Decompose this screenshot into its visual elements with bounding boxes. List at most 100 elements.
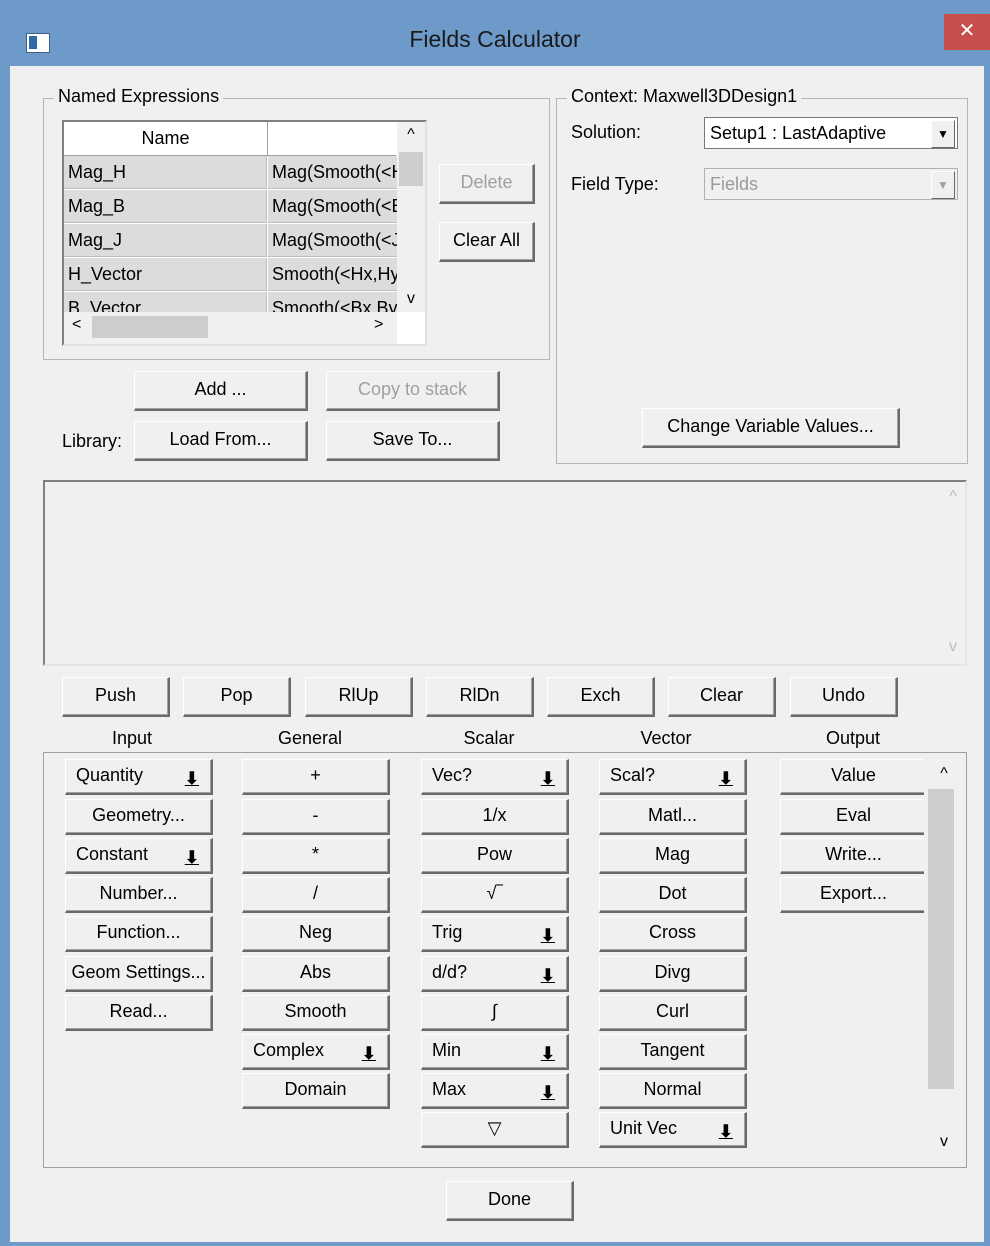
expression-value-cell[interactable]: Smooth(<Hx,Hy [268,258,397,291]
scalar-d-d-button[interactable]: d/d? ⬇ [421,956,569,992]
change-variable-values-button[interactable]: Change Variable Values... [642,408,900,448]
vector-tangent-button[interactable]: Tangent [599,1034,747,1070]
scalar-1-x-button[interactable]: 1/x [421,799,569,835]
expression-name-cell[interactable]: Mag_H [64,156,267,189]
scalar-max-button[interactable]: Max ⬇ [421,1073,569,1109]
button-label: Max [432,1079,467,1099]
column-header-expression[interactable] [268,122,396,156]
general-smooth-button[interactable]: Smooth [242,995,390,1031]
vector-cross-button[interactable]: Cross [599,916,747,952]
panel-vscroll-thumb[interactable] [928,789,954,1089]
button-label: Pow [476,844,512,864]
general--button[interactable]: + [242,759,390,795]
stack-push-button[interactable]: Push [62,677,170,717]
scroll-down-icon[interactable]: v [397,290,425,308]
button-label: √‾ [486,883,503,903]
scroll-up-icon[interactable]: ^ [924,765,964,783]
general--button[interactable]: * [242,838,390,874]
solution-label: Solution: [571,122,642,142]
expression-value-cell[interactable]: Mag(Smooth(<J [268,224,397,257]
add-expression-button[interactable]: Add ... [134,371,308,411]
copy-to-stack-button[interactable]: Copy to stack [326,371,500,411]
scalar-pow-button[interactable]: Pow [421,838,569,874]
chevron-down-icon[interactable]: ▼ [931,120,955,148]
vector-mag-button[interactable]: Mag [599,838,747,874]
expression-value-cell[interactable]: Mag(Smooth(<B [268,190,397,223]
input-number-button[interactable]: Number... [65,877,213,913]
scalar-min-button[interactable]: Min ⬇ [421,1034,569,1070]
save-to-button[interactable]: Save To... [326,421,500,461]
column-header-name[interactable]: Name [64,122,268,156]
list-hscroll-thumb[interactable] [92,316,208,338]
field-type-dropdown[interactable]: Fields ▼ [704,168,958,200]
general-neg-button[interactable]: Neg [242,916,390,952]
button-label: - [312,805,319,825]
vector-matl-button[interactable]: Matl... [599,799,747,835]
clear-all-button[interactable]: Clear All [439,222,535,262]
context-label: Context: Maxwell3DDesign1 [567,86,802,107]
scalar--button[interactable]: ∫ [421,995,569,1031]
general--button[interactable]: - [242,799,390,835]
vector-scal-button[interactable]: Scal? ⬇ [599,759,747,795]
load-from-button[interactable]: Load From... [134,421,308,461]
stack-rldn-button[interactable]: RlDn [426,677,534,717]
expression-name-cell[interactable]: H_Vector [64,258,267,291]
button-label: Read... [109,1001,168,1021]
output-export-button[interactable]: Export... [780,877,928,913]
scroll-left-icon[interactable]: < [72,316,81,334]
vector-divg-button[interactable]: Divg [599,956,747,992]
general-abs-button[interactable]: Abs [242,956,390,992]
scalar--button[interactable]: √‾ [421,877,569,913]
scroll-up-icon[interactable]: ^ [397,126,425,144]
stack-display[interactable]: ^ v [43,480,967,666]
input-quantity-button[interactable]: Quantity ⬇ [65,759,213,795]
expression-name-cell[interactable]: Mag_B [64,190,267,223]
scalar-trig-button[interactable]: Trig ⬇ [421,916,569,952]
scroll-right-icon[interactable]: > [374,316,383,334]
panel-vertical-scrollbar[interactable]: ^ v [924,753,964,1167]
output-write-button[interactable]: Write... [780,838,928,874]
stack-exch-button[interactable]: Exch [547,677,655,717]
vector-curl-button[interactable]: Curl [599,995,747,1031]
button-label: Geom Settings... [71,962,206,982]
scroll-up-icon[interactable]: ^ [949,488,957,506]
button-label: Eval [835,805,871,825]
chevron-down-icon[interactable]: ▼ [931,171,955,199]
input-read-button[interactable]: Read... [65,995,213,1031]
list-horizontal-scrollbar[interactable]: < > [64,312,397,344]
output-eval-button[interactable]: Eval [780,799,928,835]
expression-value-cell[interactable]: Mag(Smooth(<H [268,156,397,189]
vector-dot-button[interactable]: Dot [599,877,747,913]
general-domain-button[interactable]: Domain [242,1073,390,1109]
arrow-down-icon: ⬇ [540,1044,555,1063]
vector-normal-button[interactable]: Normal [599,1073,747,1109]
delete-button[interactable]: Delete [439,164,535,204]
scalar--button[interactable]: ▽ [421,1112,569,1148]
input-geom-settings-button[interactable]: Geom Settings... [65,956,213,992]
vector-unit-vec-button[interactable]: Unit Vec ⬇ [599,1112,747,1148]
stack-clear-button[interactable]: Clear [668,677,776,717]
solution-dropdown[interactable]: Setup1 : LastAdaptive ▼ [704,117,958,149]
stack-rlup-button[interactable]: RlUp [305,677,413,717]
button-label: d/d? [432,962,468,982]
input-constant-button[interactable]: Constant ⬇ [65,838,213,874]
close-button[interactable]: ✕ [944,14,990,50]
scalar-vec-button[interactable]: Vec? ⬇ [421,759,569,795]
expression-name-cell[interactable]: Mag_J [64,224,267,257]
button-label: Number... [99,883,178,903]
button-label: Complex [253,1040,325,1060]
done-button[interactable]: Done [446,1181,574,1221]
output-value-button[interactable]: Value [780,759,928,795]
general--button[interactable]: / [242,877,390,913]
general-complex-button[interactable]: Complex ⬇ [242,1034,390,1070]
scroll-down-icon[interactable]: v [924,1133,964,1151]
stack-pop-button[interactable]: Pop [183,677,291,717]
input-geometry-button[interactable]: Geometry... [65,799,213,835]
list-vscroll-thumb[interactable] [399,152,423,186]
input-function-button[interactable]: Function... [65,916,213,952]
button-label: Neg [298,922,333,942]
stack-undo-button[interactable]: Undo [790,677,898,717]
list-vertical-scrollbar[interactable]: ^ v [397,122,425,312]
scroll-down-icon[interactable]: v [949,638,957,656]
named-expressions-list[interactable]: Name Mag_H Mag(Smooth(<H Mag_B Mag(Smooth(<… [62,120,427,346]
